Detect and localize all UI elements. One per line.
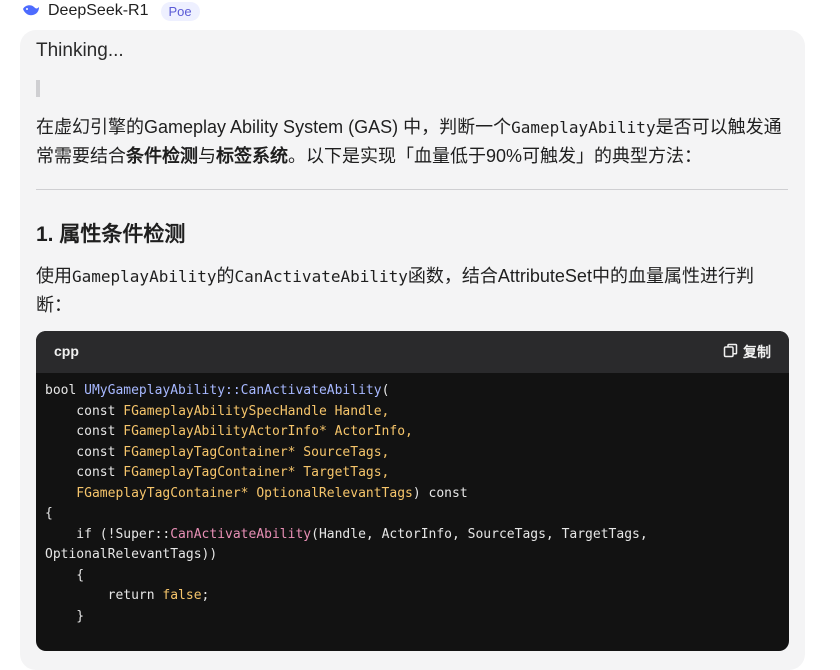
code-token: const <box>45 424 124 439</box>
section-heading: 1. 属性条件检测 <box>36 223 186 246</box>
copy-label: 复制 <box>743 344 771 360</box>
code-header: cpp 复制 <box>36 331 789 373</box>
code-token: { <box>45 567 85 583</box>
code-token: ) const <box>412 485 468 501</box>
intro-text: 在虚幻引擎的Gameplay Ability System (GAS) 中，判断… <box>36 117 512 137</box>
code-block: cpp 复制 bool UMyGameplayAbility::CanActiv… <box>36 331 789 651</box>
bold-text: 条件检测 <box>126 146 198 166</box>
code-line: bool UMyGameplayAbility::CanActivateAbil… <box>45 381 789 402</box>
code-token: { <box>45 506 53 521</box>
code-token: return <box>45 588 163 603</box>
code-token: FGameplayTagContainer* SourceTags, <box>123 444 390 460</box>
code-line: { <box>45 566 789 587</box>
code-token: false <box>162 588 202 603</box>
code-line: if (!Super::CanActivateAbility(Handle, A… <box>45 525 789 546</box>
code-token: UMyGameplayAbility::CanActivateAbility <box>84 383 382 398</box>
bold-text: 标签系统 <box>216 146 288 166</box>
code-token: const <box>45 403 124 419</box>
intro-text: 。以下是实现「血量低于90%可触发」的典型方法： <box>288 146 703 166</box>
thinking-quote-bar <box>36 80 40 97</box>
code-token: CanActivateAbility <box>170 526 312 542</box>
code-line: const FGameplayAbilitySpecHandle Handle, <box>45 402 789 423</box>
code-line: FGameplayTagContainer* OptionalRelevantT… <box>45 484 789 505</box>
section-text: 使用 <box>36 266 72 286</box>
code-token: FGameplayAbilityActorInfo* ActorInfo, <box>123 424 413 439</box>
whale-icon <box>22 3 40 19</box>
intro-text: 与 <box>198 146 216 166</box>
divider <box>36 189 788 190</box>
bot-name[interactable]: DeepSeek-R1 <box>48 2 149 20</box>
code-token: FGameplayAbilitySpecHandle Handle, <box>123 403 390 419</box>
bot-header: DeepSeek-R1 Poe <box>22 0 200 22</box>
section-text: 的 <box>216 266 235 286</box>
code-line: const FGameplayAbilityActorInfo* ActorIn… <box>45 422 789 443</box>
copy-button[interactable]: 复制 <box>723 342 771 362</box>
section-paragraph: 使用GameplayAbility的CanActivateAbility函数，结… <box>36 262 786 319</box>
code-token: ; <box>201 588 210 603</box>
intro-paragraph: 在虚幻引擎的Gameplay Ability System (GAS) 中，判断… <box>36 113 786 170</box>
code-language-label: cpp <box>54 343 79 359</box>
code-token: if (!Super:: <box>45 526 171 542</box>
code-line: const FGameplayTagContainer* TargetTags, <box>45 463 789 484</box>
code-line: const FGameplayTagContainer* SourceTags, <box>45 443 789 464</box>
code-token: FGameplayTagContainer* OptionalRelevantT… <box>45 485 413 501</box>
poe-badge[interactable]: Poe <box>160 1 200 21</box>
code-token: const <box>45 444 124 460</box>
thinking-label: Thinking... <box>36 40 124 61</box>
code-content[interactable]: bool UMyGameplayAbility::CanActivateAbil… <box>36 373 789 627</box>
code-token: FGameplayTagContainer* TargetTags, <box>123 465 390 480</box>
code-token: } <box>45 608 85 624</box>
code-token: OptionalRelevantTags)) <box>45 547 218 562</box>
inline-code: GameplayAbility <box>72 267 217 286</box>
code-line: OptionalRelevantTags)) <box>45 545 789 566</box>
copy-icon <box>723 343 738 361</box>
inline-code: CanActivateAbility <box>234 267 408 286</box>
code-line: { <box>45 504 789 525</box>
code-token: bool <box>45 383 85 398</box>
code-line: return false; <box>45 586 789 607</box>
code-line: } <box>45 607 789 628</box>
code-token: ( <box>381 383 390 398</box>
code-token: const <box>45 465 124 480</box>
inline-code: GameplayAbility <box>511 118 656 137</box>
code-token: (Handle, ActorInfo, SourceTags, TargetTa… <box>311 526 648 542</box>
